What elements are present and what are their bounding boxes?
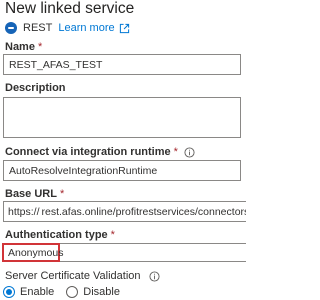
auth-type-value: Anonymous (8, 246, 64, 259)
required-marker: * (173, 146, 178, 158)
base-url-label: Base URL * (5, 188, 64, 200)
external-link-icon[interactable] (119, 23, 130, 34)
base-url-label-text: Base URL (5, 188, 57, 200)
required-marker: * (110, 229, 115, 241)
cert-validation-label-text: Server Certificate Validation (5, 270, 141, 282)
name-label: Name * (5, 41, 42, 53)
service-type-label: REST (23, 22, 53, 34)
runtime-label: Connect via integration runtime * (5, 146, 195, 158)
service-type-row: REST Learn more (5, 20, 130, 36)
runtime-select-value: AutoResolveIntegrationRuntime (9, 164, 158, 177)
description-textarea[interactable] (3, 97, 241, 138)
page-title: New linked service (5, 0, 135, 17)
info-icon[interactable] (184, 146, 195, 158)
learn-more-link[interactable]: Learn more (58, 22, 114, 34)
required-marker: * (59, 188, 65, 200)
cert-validation-label: Server Certificate Validation (5, 270, 160, 282)
auth-type-label: Authentication type * (5, 229, 115, 241)
description-label: Description (5, 82, 66, 94)
runtime-label-text: Connect via integration runtime (5, 146, 171, 158)
disable-radio-label[interactable]: Disable (83, 286, 120, 298)
auth-type-select-extension[interactable] (60, 243, 246, 262)
enable-radio[interactable] (3, 286, 15, 298)
base-url-input[interactable]: https://rest.afas.online/profitrestservi… (3, 201, 246, 222)
cert-validation-radio-group: Enable Disable (3, 286, 132, 298)
enable-radio-label[interactable]: Enable (20, 286, 54, 298)
disable-radio[interactable] (66, 286, 79, 298)
runtime-select[interactable]: AutoResolveIntegrationRuntime (3, 160, 241, 181)
auth-type-select[interactable]: Anonymous (2, 243, 64, 262)
name-input-value: REST_AFAS_TEST (9, 58, 103, 71)
name-input[interactable]: REST_AFAS_TEST (3, 54, 241, 75)
name-label-text: Name (5, 41, 35, 53)
base-url-prefix: https:// (8, 205, 40, 218)
base-url-suffix: rest.afas.online/profitrestservices/conn… (41, 205, 246, 218)
required-marker: * (37, 41, 43, 53)
info-icon[interactable] (148, 270, 160, 282)
auth-type-label-text: Authentication type (5, 229, 108, 241)
rest-globe-icon (5, 22, 17, 34)
